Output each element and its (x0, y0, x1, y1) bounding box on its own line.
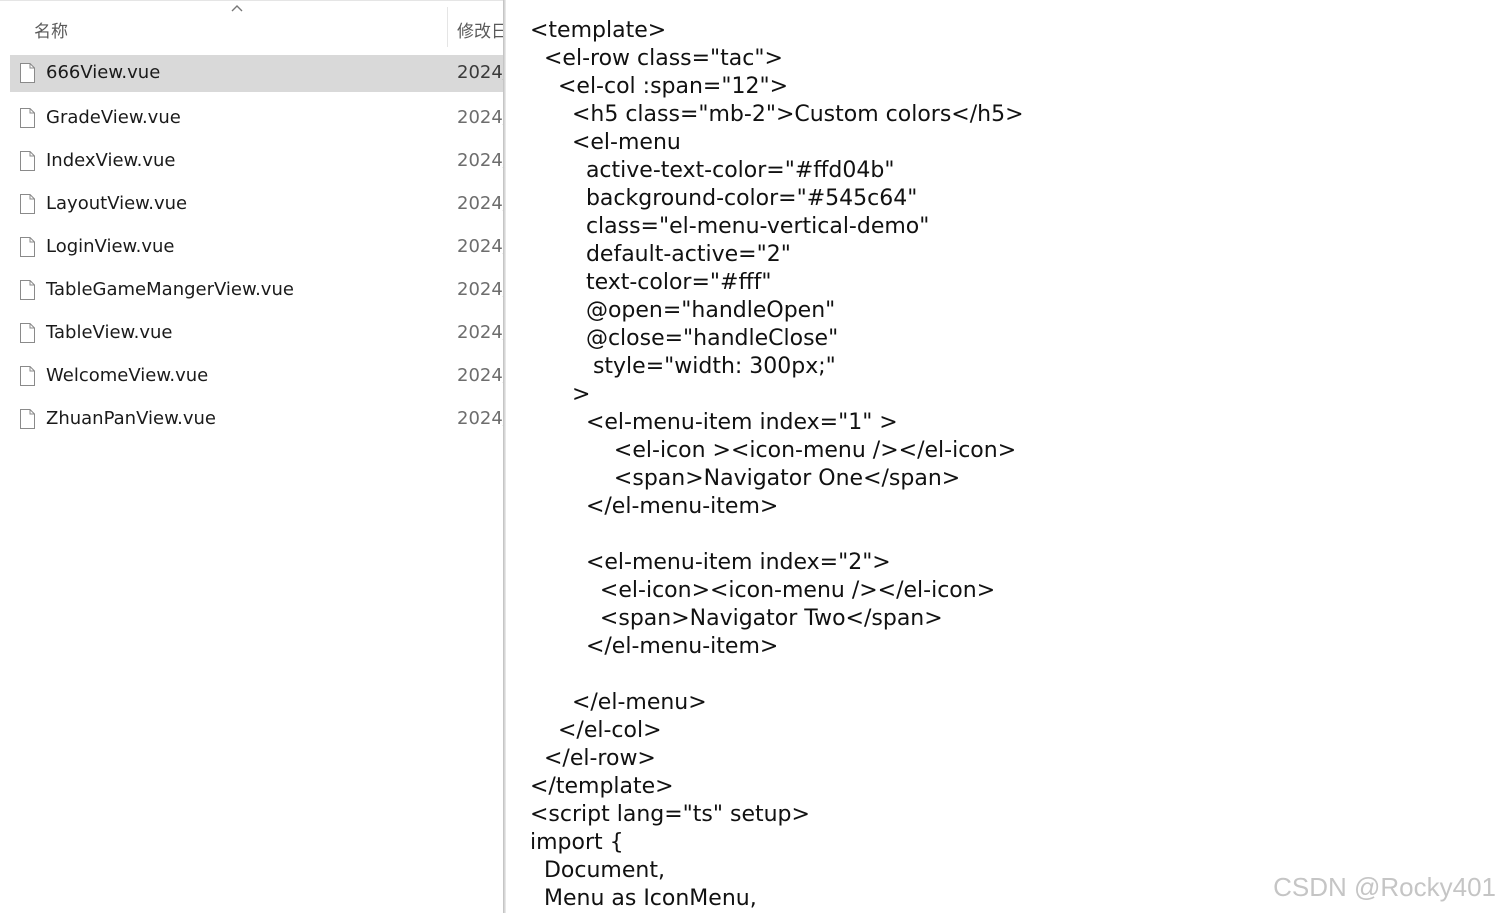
code-line: </el-row> (530, 746, 656, 771)
code-line: </el-menu-item> (530, 494, 779, 519)
file-modified-date: 2024/ (457, 279, 505, 300)
file-icon (20, 323, 35, 343)
file-row[interactable]: TableGameMangerView.vue 2024/ (10, 270, 505, 313)
file-modified-date: 2024/ (457, 322, 505, 343)
file-row[interactable]: LoginView.vue 2024/ (10, 227, 505, 270)
code-line: @close="handleClose" (530, 326, 839, 351)
file-icon (20, 280, 35, 300)
code-line: default-active="2" (530, 242, 791, 267)
file-name: GradeView.vue (46, 107, 181, 128)
code-line: </el-menu> (530, 690, 707, 715)
code-line: text-color="#fff" (530, 270, 772, 295)
file-row[interactable]: TableView.vue 2024/ (10, 313, 505, 356)
code-line: style="width: 300px;" (530, 354, 836, 379)
code-line: <h5 class="mb-2">Custom colors</h5> (530, 102, 1024, 127)
code-line: class="el-menu-vertical-demo" (530, 214, 930, 239)
code-line: <el-row class="tac"> (530, 46, 783, 71)
file-name: LayoutView.vue (46, 193, 188, 214)
code-editor-pane[interactable]: <template> <el-row class="tac"> <el-col … (506, 0, 1502, 913)
code-line: Document, (530, 858, 665, 883)
code-block: <template> <el-row class="tac"> <el-col … (530, 17, 1024, 913)
file-icon (20, 151, 35, 171)
file-modified-date: 2024/ (457, 193, 505, 214)
file-explorer-pane: 名称 修改日 666View.vue 2024/GradeView.vue 2024… (0, 0, 505, 913)
code-line: background-color="#545c64" (530, 186, 918, 211)
code-line: </template> (530, 774, 674, 799)
file-modified-date: 2024/ (457, 107, 505, 128)
code-line: import { (530, 830, 624, 855)
code-line: </el-menu-item> (530, 634, 779, 659)
file-modified-date: 2024/ (457, 62, 505, 83)
sort-up-icon (231, 5, 243, 12)
file-row[interactable]: GradeView.vue 2024/ (10, 98, 505, 141)
code-line: active-text-color="#ffd04b" (530, 158, 895, 183)
file-name: IndexView.vue (46, 150, 176, 171)
code-line: <span>Navigator Two</span> (530, 606, 943, 631)
code-line: <el-icon ><icon-menu /></el-icon> (530, 438, 1017, 463)
file-icon (20, 194, 35, 214)
file-name: LoginView.vue (46, 236, 175, 257)
code-line: <script lang="ts" setup> (530, 802, 810, 827)
file-icon (20, 63, 35, 83)
file-name: TableView.vue (46, 322, 173, 343)
file-name: ZhuanPanView.vue (46, 408, 216, 429)
column-separator[interactable] (447, 7, 448, 47)
file-modified-date: 2024/ (457, 150, 505, 171)
column-header: 名称 修改日 (0, 0, 505, 51)
code-line: <el-icon><icon-menu /></el-icon> (530, 578, 996, 603)
file-row[interactable]: WelcomeView.vue 2024/ (10, 356, 505, 399)
code-line: </el-col> (530, 718, 662, 743)
file-name: WelcomeView.vue (46, 365, 209, 386)
file-icon (20, 409, 35, 429)
watermark: CSDN @Rocky401 (1273, 872, 1496, 902)
name-column-header[interactable]: 名称 (34, 17, 68, 42)
file-modified-date: 2024/ (457, 408, 505, 429)
file-modified-date: 2024/ (457, 236, 505, 257)
file-row[interactable]: IndexView.vue 2024/ (10, 141, 505, 184)
date-column-header[interactable]: 修改日 (457, 17, 505, 42)
code-line: <span>Navigator One</span> (530, 466, 961, 491)
file-row[interactable]: ZhuanPanView.vue 2024/ (10, 399, 505, 442)
code-line: <el-menu (530, 130, 681, 155)
code-line: <template> (530, 18, 667, 43)
file-name: 666View.vue (46, 62, 161, 83)
code-line: <el-col :span="12"> (530, 74, 789, 99)
file-icon (20, 237, 35, 257)
code-line: Menu as IconMenu, (530, 886, 757, 911)
file-icon (20, 108, 35, 128)
file-icon (20, 366, 35, 386)
file-name: TableGameMangerView.vue (46, 279, 294, 300)
code-line: <el-menu-item index="2"> (530, 550, 891, 575)
file-row[interactable]: LayoutView.vue 2024/ (10, 184, 505, 227)
code-line: @open="handleOpen" (530, 298, 836, 323)
file-list: 666View.vue 2024/GradeView.vue 2024/IndexV… (10, 55, 505, 442)
file-row[interactable]: 666View.vue 2024/ (10, 55, 505, 92)
file-modified-date: 2024/ (457, 365, 505, 386)
code-line: > (530, 382, 591, 407)
code-line: <el-menu-item index="1" > (530, 410, 898, 435)
screenshot-root: 名称 修改日 666View.vue 2024/GradeView.vue 2024… (0, 0, 1502, 913)
